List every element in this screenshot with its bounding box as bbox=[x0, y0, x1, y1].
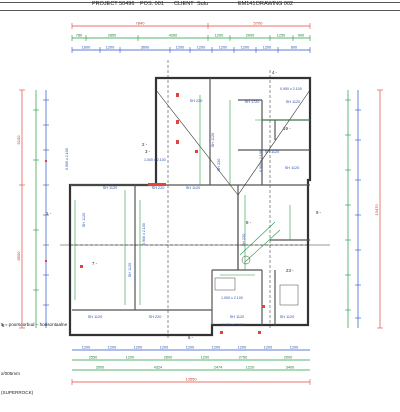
section-marker: 2 - bbox=[142, 142, 148, 147]
top-blue-dim: 1200 bbox=[176, 46, 184, 50]
section-marker: 9 - bbox=[316, 210, 322, 215]
bottom-green-dim: 1200 bbox=[201, 356, 209, 360]
note-line-2: x/005mm bbox=[1, 371, 20, 376]
top-blue-dim: 1200 bbox=[263, 46, 271, 50]
room-label: SH 220 bbox=[152, 186, 165, 190]
bottom-green-dim: 2550 bbox=[89, 356, 97, 360]
room-label: SH 220 bbox=[242, 234, 246, 247]
roof-ridge-lines bbox=[60, 89, 330, 270]
bottom-blue-dim: 1200 bbox=[238, 346, 246, 350]
top-green-dim: 780 bbox=[76, 34, 82, 38]
room-label: SH 1120 bbox=[285, 166, 300, 170]
room-label: SH 1120 bbox=[265, 150, 280, 154]
opening-label: 0.900 x 2.100 bbox=[280, 87, 302, 91]
opening-label: 0.900 x 2.100 bbox=[259, 150, 263, 172]
top-blue-dim: 1200 bbox=[219, 46, 227, 50]
section-marker: 8 - bbox=[246, 220, 252, 225]
bottom-green2-dim: 4324 bbox=[154, 366, 162, 370]
bottom-green2-dim: 2474 bbox=[214, 366, 222, 370]
top-green-dim: 1200 bbox=[215, 34, 223, 38]
drawing-canvas: PROJECT 50496 POS. 001 CLIENT Sulu EM141… bbox=[0, 0, 400, 412]
left-red-dim-1: 5100 bbox=[16, 135, 21, 145]
bottom-red-dim: 13550 bbox=[185, 377, 197, 382]
bottom-blue-dim: 1200 bbox=[290, 346, 298, 350]
bottom-blue-dim: 1200 bbox=[108, 346, 116, 350]
section-marker: 3 - bbox=[145, 149, 151, 154]
opening-label: 0.900 x 2.100 bbox=[65, 148, 69, 170]
top-green-dim: 900 bbox=[298, 34, 304, 38]
top-green-dim: 2900 bbox=[246, 34, 254, 38]
room-label: SH 220 bbox=[190, 99, 203, 103]
room-label: SH 220 bbox=[217, 159, 221, 172]
left-dimensions: 5100 8500 bbox=[16, 89, 49, 329]
top-blue-dim: 1600 bbox=[82, 46, 90, 50]
bottom-green-dim: 1200 bbox=[126, 356, 134, 360]
outer-walls bbox=[68, 76, 312, 337]
note-line-3: (SUPERROCK) bbox=[1, 390, 34, 395]
top-red-dim-1: 7840 bbox=[136, 21, 146, 26]
section-marker: 7 - bbox=[92, 261, 98, 266]
right-red-dim: 13470 bbox=[374, 204, 379, 216]
room-label: SH 1120 bbox=[230, 315, 245, 319]
right-dimensions: 13470 bbox=[345, 89, 383, 329]
bottom-blue-dim: 1200 bbox=[264, 346, 272, 350]
room-label: SH 1120 bbox=[211, 133, 215, 148]
room-label: SH 1120 bbox=[128, 263, 132, 278]
left-red-dim-2: 8500 bbox=[16, 251, 21, 261]
top-blue-dim: 1200 bbox=[197, 46, 205, 50]
bottom-blue-dim: 1200 bbox=[160, 346, 168, 350]
top-blue-dim: 3600 bbox=[141, 46, 149, 50]
room-label: SH 220 bbox=[149, 315, 162, 319]
room-number: 23 - bbox=[286, 268, 294, 273]
bottom-green-dim: 2000 bbox=[284, 356, 292, 360]
bottom-green2-dim: 3500 bbox=[96, 366, 104, 370]
opening-label: 1.000 x 2.100 bbox=[144, 158, 166, 162]
top-green-dim: 4260 bbox=[169, 34, 177, 38]
section-marker: 4 - bbox=[272, 70, 278, 75]
room-label: SH 1120 bbox=[103, 186, 118, 190]
section-marker: 1 - bbox=[46, 211, 52, 216]
section-markers: 2 - 3 - 4 - 1 - 5 - 6 - 7 - 8 - 9 - 19 -… bbox=[2, 70, 322, 340]
opening-label: 0.900 x 2.100 bbox=[142, 223, 146, 245]
bottom-green-dim: 2600 bbox=[164, 356, 172, 360]
top-blue-dim: 1200 bbox=[241, 46, 249, 50]
room-label: SH 1120 bbox=[280, 315, 295, 319]
room-labels: SH 220 SH 1720 SH 1120 SH 1120 SH 220 SH… bbox=[82, 99, 300, 319]
room-label: SH 1120 bbox=[82, 213, 86, 228]
room-label: SH 1120 bbox=[88, 315, 103, 319]
room-number: 19 - bbox=[283, 126, 291, 131]
bottom-blue-dim: 1200 bbox=[134, 346, 142, 350]
bottom-dimensions: 1200 1200 1200 1200 1200 1200 1200 1200 … bbox=[71, 346, 311, 385]
opening-labels: 0.900 x 2.100 1.000 x 2.100 0.900 x 2.10… bbox=[65, 87, 302, 327]
inner-walls bbox=[70, 78, 310, 325]
room-label: SH 1120 bbox=[186, 186, 201, 190]
bottom-green-dim: 2750 bbox=[239, 356, 247, 360]
room-label: SH 1720 bbox=[245, 100, 260, 104]
top-blue-dim: 600 bbox=[291, 46, 297, 50]
top-red-dim-2: 5700 bbox=[254, 21, 264, 26]
room-label: SH 1120 bbox=[286, 100, 301, 104]
bottom-blue-dim: 1200 bbox=[82, 346, 90, 350]
bottom-green2-dim: 3400 bbox=[286, 366, 294, 370]
note-line-1: 5 – poorsoorbud – horisontaalne bbox=[1, 322, 68, 327]
section-marker: 6 - bbox=[188, 335, 194, 340]
top-blue-dim: 1200 bbox=[106, 46, 114, 50]
opening-label: 1.000 x 2.100 bbox=[221, 296, 243, 300]
top-green-dim: 2850 bbox=[108, 34, 116, 38]
bottom-green2-dim: 1220 bbox=[246, 366, 254, 370]
opening-label: 1.000 x 2.100 bbox=[222, 323, 244, 327]
bottom-blue-dim: 1200 bbox=[186, 346, 194, 350]
top-green-dim: 1250 bbox=[277, 34, 285, 38]
bottom-blue-dim: 1200 bbox=[212, 346, 220, 350]
top-dimensions: 7840 5700 780 2850 4260 1200 2900 1250 9… bbox=[71, 21, 311, 53]
floor-plan: 7840 5700 780 2850 4260 1200 2900 1250 9… bbox=[2, 21, 383, 385]
